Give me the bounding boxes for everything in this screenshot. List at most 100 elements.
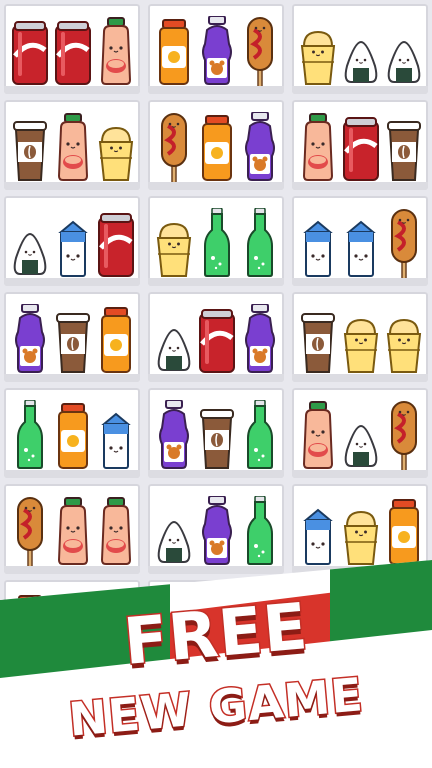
shelf-cell[interactable] — [4, 292, 140, 382]
peach-juice-bottle-item[interactable] — [53, 496, 93, 568]
corn-dog-item[interactable] — [384, 208, 424, 280]
milk-carton-icon — [101, 412, 131, 469]
green-soda-bottle-icon — [247, 208, 273, 277]
soda-can-icon — [199, 309, 235, 373]
purple-bear-bottle-item[interactable] — [197, 496, 237, 568]
coffee-cup-icon — [301, 313, 335, 373]
shelf-cell[interactable] — [292, 100, 428, 190]
corn-dog-item[interactable] — [10, 496, 50, 568]
purple-bear-bottle-icon — [159, 400, 189, 469]
shelf-cell[interactable] — [148, 100, 284, 190]
soda-can-icon — [343, 117, 379, 181]
onigiri-item[interactable] — [10, 208, 50, 280]
milk-carton-item[interactable] — [298, 208, 338, 280]
soda-can-icon — [55, 21, 91, 85]
green-soda-bottle-item[interactable] — [10, 400, 50, 472]
milk-carton-item[interactable] — [341, 208, 381, 280]
onigiri-icon — [13, 232, 47, 275]
purple-bear-bottle-item[interactable] — [240, 112, 280, 184]
purple-bear-bottle-icon — [245, 304, 275, 373]
lemon-pudding-item[interactable] — [96, 112, 136, 184]
purple-bear-bottle-item[interactable] — [197, 16, 237, 88]
lemon-pudding-item[interactable] — [341, 304, 381, 376]
purple-bear-bottle-item[interactable] — [10, 304, 50, 376]
corn-dog-item[interactable] — [240, 16, 280, 88]
orange-juice-bottle-item[interactable] — [154, 16, 194, 88]
orange-juice-bottle-item[interactable] — [96, 304, 136, 376]
coffee-cup-icon — [13, 121, 47, 181]
shelf-cell[interactable] — [292, 292, 428, 382]
peach-juice-bottle-item[interactable] — [96, 16, 136, 88]
lemon-pudding-icon — [386, 318, 422, 373]
coffee-cup-item[interactable] — [197, 400, 237, 472]
coffee-cup-item[interactable] — [298, 304, 338, 376]
green-soda-bottle-item[interactable] — [240, 496, 280, 568]
soda-can-item[interactable] — [341, 112, 381, 184]
milk-carton-icon — [346, 220, 376, 277]
onigiri-icon — [344, 424, 378, 467]
lemon-pudding-item[interactable] — [341, 496, 381, 568]
shelf-cell[interactable] — [148, 388, 284, 478]
orange-juice-bottle-icon — [389, 499, 419, 565]
corn-dog-icon — [161, 113, 187, 184]
purple-bear-bottle-icon — [202, 16, 232, 85]
peach-juice-bottle-item[interactable] — [96, 496, 136, 568]
coffee-cup-item[interactable] — [384, 112, 424, 184]
lemon-pudding-icon — [156, 222, 192, 277]
shelf-cell[interactable] — [4, 196, 140, 286]
peach-juice-bottle-icon — [100, 497, 132, 565]
onigiri-item[interactable] — [341, 400, 381, 472]
shelf-cell[interactable] — [148, 4, 284, 94]
lemon-pudding-item[interactable] — [154, 208, 194, 280]
onigiri-item[interactable] — [384, 16, 424, 88]
peach-juice-bottle-item[interactable] — [298, 112, 338, 184]
shelf-cell[interactable] — [4, 484, 140, 574]
onigiri-item[interactable] — [154, 496, 194, 568]
soda-can-item[interactable] — [10, 16, 50, 88]
shelf-cell[interactable] — [148, 484, 284, 574]
coffee-cup-item[interactable] — [10, 112, 50, 184]
onigiri-item[interactable] — [154, 304, 194, 376]
lemon-pudding-item[interactable] — [384, 304, 424, 376]
corn-dog-icon — [391, 401, 417, 472]
shelf-cell[interactable] — [4, 4, 140, 94]
purple-bear-bottle-item[interactable] — [240, 304, 280, 376]
purple-bear-bottle-item[interactable] — [154, 400, 194, 472]
orange-juice-bottle-item[interactable] — [197, 112, 237, 184]
green-soda-bottle-item[interactable] — [240, 400, 280, 472]
shelf-cell[interactable] — [4, 100, 140, 190]
milk-carton-item[interactable] — [96, 400, 136, 472]
shelf-cell[interactable] — [292, 4, 428, 94]
shelf-cell[interactable] — [4, 388, 140, 478]
peach-juice-bottle-item[interactable] — [298, 400, 338, 472]
onigiri-icon — [344, 40, 378, 83]
purple-bear-bottle-icon — [202, 496, 232, 565]
onigiri-icon — [157, 520, 191, 563]
coffee-cup-item[interactable] — [53, 304, 93, 376]
milk-carton-item[interactable] — [298, 496, 338, 568]
corn-dog-item[interactable] — [154, 112, 194, 184]
shelf-cell[interactable] — [292, 484, 428, 574]
soda-can-item[interactable] — [53, 16, 93, 88]
peach-juice-bottle-icon — [100, 17, 132, 85]
orange-juice-bottle-icon — [58, 403, 88, 469]
orange-juice-bottle-item[interactable] — [384, 496, 424, 568]
peach-juice-bottle-item[interactable] — [53, 112, 93, 184]
green-soda-bottle-item[interactable] — [240, 208, 280, 280]
shelf-cell[interactable] — [148, 292, 284, 382]
orange-juice-bottle-icon — [202, 115, 232, 181]
corn-dog-icon — [17, 497, 43, 568]
orange-juice-bottle-item[interactable] — [53, 400, 93, 472]
shelf-cell[interactable] — [148, 196, 284, 286]
milk-carton-item[interactable] — [53, 208, 93, 280]
orange-juice-bottle-icon — [101, 307, 131, 373]
shelf-cell[interactable] — [292, 196, 428, 286]
milk-carton-icon — [303, 220, 333, 277]
green-soda-bottle-item[interactable] — [197, 208, 237, 280]
soda-can-item[interactable] — [96, 208, 136, 280]
shelf-cell[interactable] — [292, 388, 428, 478]
onigiri-item[interactable] — [341, 16, 381, 88]
lemon-pudding-item[interactable] — [298, 16, 338, 88]
soda-can-item[interactable] — [197, 304, 237, 376]
corn-dog-item[interactable] — [384, 400, 424, 472]
